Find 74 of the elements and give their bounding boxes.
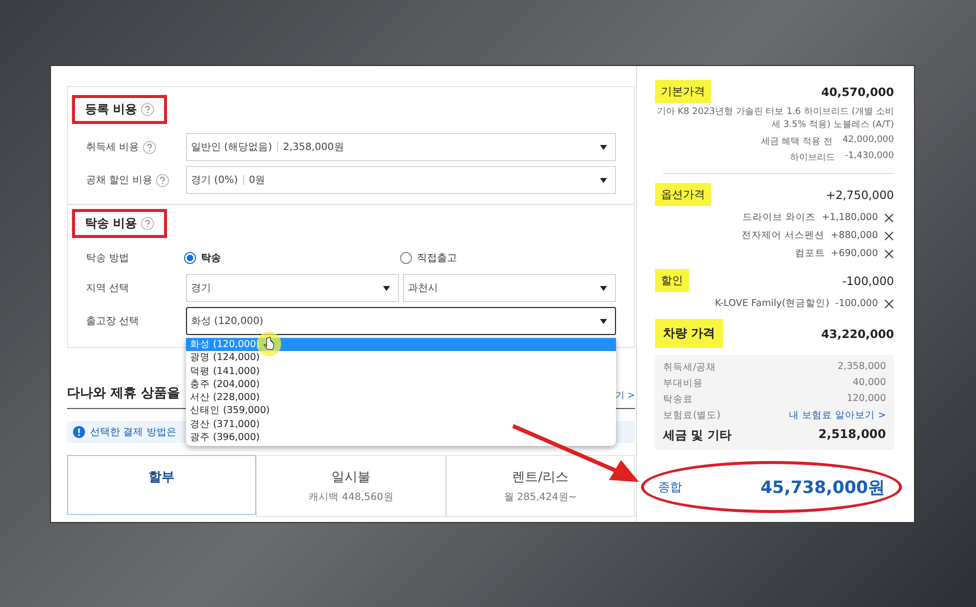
payment-tab[interactable]: 렌트/리스 월 285,424원~	[446, 455, 635, 517]
field-label: 탁송 방법	[86, 252, 130, 265]
section-heading: 다나와 제휴 상품을	[67, 385, 180, 402]
radio-option[interactable]: 직접출고	[400, 247, 616, 269]
dropdown-option[interactable]: 경산 (371,000)	[186, 418, 616, 432]
select-field[interactable]: 경기	[186, 274, 399, 302]
help-icon[interactable]	[141, 217, 154, 230]
option-amount: +880,000	[830, 230, 878, 241]
remove-icon[interactable]	[884, 212, 894, 222]
discount-amount: -100,000	[835, 298, 878, 309]
payment-tab[interactable]: 할부	[67, 455, 256, 515]
option-label: 드라이브 와이즈	[742, 211, 816, 224]
option-label: 전자제어 서스펜션	[742, 229, 825, 242]
tax-total-label: 세금 및 기타	[663, 427, 732, 444]
payment-tab[interactable]: 일시불 캐시백 448,560원	[256, 455, 446, 517]
dropdown-option[interactable]: 서산 (228,000)	[186, 391, 616, 404]
detail-amount: -1,430,000	[844, 151, 894, 163]
field-label: 취득세 비용	[86, 141, 140, 154]
option-amount: +690,000	[830, 248, 878, 259]
more-link[interactable]: 기 >	[616, 389, 635, 402]
tax-label: 탁송료	[663, 393, 693, 406]
total-amount: 45,738,000원	[760, 476, 885, 498]
help-icon[interactable]	[143, 140, 156, 154]
caret-icon	[600, 318, 607, 324]
field-label: 공채 할인 비용	[86, 174, 152, 187]
select-field[interactable]: 경기 (0%) 0원	[186, 166, 616, 194]
field-label: 지역 선택	[86, 282, 130, 295]
section-title: 탁송 비용	[72, 209, 168, 238]
dropdown-option[interactable]: 충주 (204,000)	[186, 378, 616, 392]
price-label: 옵션가격	[655, 183, 711, 206]
tax-label: 보험료(별도)	[663, 409, 720, 422]
tax-total-amount: 2,518,000	[818, 427, 886, 443]
select-field[interactable]: 화성 (120,000)	[186, 307, 616, 335]
dropdown-option[interactable]: 덕평 (141,000)	[186, 364, 616, 378]
tax-value: 40,000	[852, 377, 886, 390]
detail-label: 세금 혜택 적용 전	[760, 136, 832, 148]
detail-label: 하이브리드	[790, 152, 835, 164]
field-label: 출고장 선택	[86, 315, 140, 328]
help-icon[interactable]	[156, 174, 170, 186]
detail-amount: 42,000,000	[842, 135, 894, 147]
remove-icon[interactable]	[884, 248, 894, 258]
price-label: 차량 가격	[655, 319, 724, 348]
price-amount: 40,570,000	[821, 84, 894, 98]
notice-text: 선택한 결제 방법은	[90, 426, 176, 439]
help-icon[interactable]	[141, 103, 154, 116]
caret-icon	[383, 286, 390, 290]
dropdown-option[interactable]: 신태인 (359,000)	[186, 404, 616, 418]
discount-label: K-LOVE Family(현금할인)	[714, 297, 830, 310]
tax-value: 120,000	[846, 393, 886, 406]
info-icon	[73, 426, 85, 438]
section-title: 등록 비용	[72, 95, 168, 124]
option-label: 컴포트	[794, 247, 825, 260]
price-amount: 43,220,000	[821, 326, 894, 340]
tax-value: 2,358,000	[838, 361, 886, 374]
model-description: 기아 K8 2023년형 가솔린 터보 1.6 하이브리드 (개별 소비세 3.5% 적용) 노블레스 (A/T)	[656, 106, 894, 132]
caret-icon	[600, 144, 607, 150]
tax-label: 취득세/공채	[663, 361, 716, 374]
option-amount: +1,180,000	[822, 212, 878, 223]
select-field[interactable]: 일반인 (해당없음) 2,358,000원	[186, 133, 616, 161]
total-label: 종합	[658, 478, 682, 496]
tax-label: 부대비용	[663, 377, 703, 390]
remove-icon[interactable]	[884, 298, 894, 308]
remove-icon[interactable]	[884, 230, 894, 240]
dropdown-option[interactable]: 광주 (396,000)	[186, 431, 616, 444]
price-label: 할인	[655, 269, 689, 292]
select-field[interactable]: 과천시	[403, 274, 616, 302]
radio-option[interactable]: 탁송	[184, 247, 400, 269]
caret-icon	[600, 286, 607, 290]
price-amount: +2,750,000	[826, 188, 894, 202]
caret-icon	[600, 178, 607, 182]
price-label: 기본가격	[655, 80, 711, 103]
dropdown-option[interactable]: 광명 (124,000)	[186, 351, 616, 365]
price-amount: -100,000	[842, 274, 894, 288]
insurance-link[interactable]: 내 보험료 알아보기 >	[788, 409, 886, 422]
